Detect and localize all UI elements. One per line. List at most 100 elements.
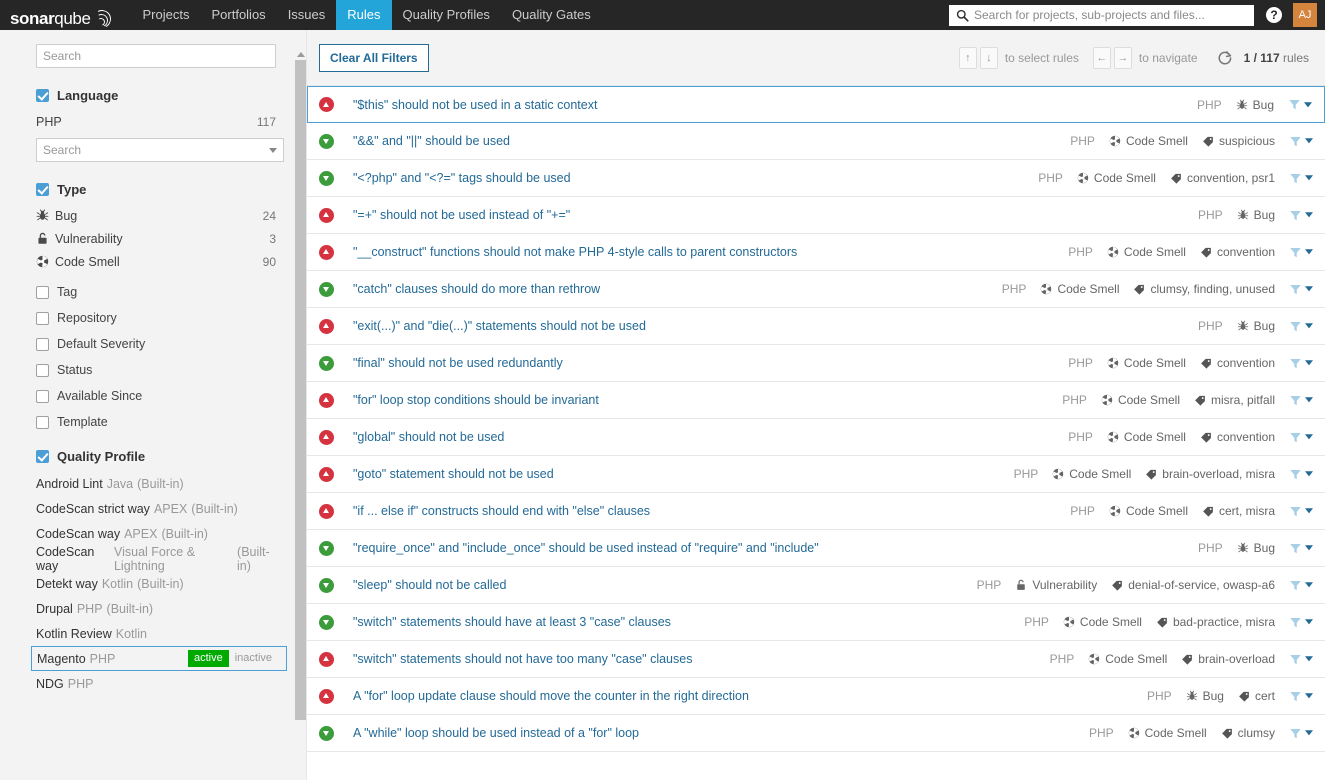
rule-name[interactable]: "if ... else if" constructs should end w… — [339, 504, 1070, 518]
chevron-down-icon[interactable] — [1305, 286, 1313, 292]
filter-funnel-icon[interactable] — [1289, 468, 1302, 481]
global-search-input[interactable] — [970, 5, 1253, 25]
filter-funnel-icon[interactable] — [1289, 727, 1302, 740]
quality-profile-item[interactable]: Android Lint Java (Built-in) — [36, 471, 286, 496]
active-toggle-button[interactable]: active — [187, 650, 229, 667]
user-avatar[interactable]: AJ — [1293, 3, 1317, 27]
facet-repository[interactable]: Repository — [36, 311, 286, 325]
rule-name[interactable]: "=+" should not be used instead of "+=" — [339, 208, 1198, 222]
rule-row[interactable]: "<?php" and "<?=" tags should be used PH… — [307, 160, 1325, 197]
rule-name[interactable]: A "for" loop update clause should move t… — [339, 689, 1147, 703]
sidebar-scrollbar[interactable] — [295, 52, 306, 750]
chevron-down-icon[interactable] — [1305, 175, 1313, 181]
rule-name[interactable]: "for" loop stop conditions should be inv… — [339, 393, 1062, 407]
chevron-down-icon[interactable] — [1305, 212, 1313, 218]
rule-name[interactable]: "exit(...)" and "die(...)" statements sh… — [339, 319, 1198, 333]
facet-available-since-header[interactable]: Available Since — [36, 389, 286, 403]
global-search-box[interactable] — [949, 4, 1254, 26]
filter-funnel-icon[interactable] — [1289, 320, 1302, 333]
quality-profile-item[interactable]: Detekt way Kotlin (Built-in) — [36, 571, 286, 596]
chevron-down-icon[interactable] — [1305, 508, 1313, 514]
help-icon[interactable]: ? — [1266, 7, 1282, 23]
quality-profile-item[interactable]: NDG PHP — [36, 671, 286, 696]
chevron-down-icon[interactable] — [1305, 656, 1313, 662]
filter-funnel-icon[interactable] — [1289, 172, 1302, 185]
rule-name[interactable]: "<?php" and "<?=" tags should be used — [339, 171, 1038, 185]
facet-template-header[interactable]: Template — [36, 415, 286, 429]
rule-row[interactable]: "require_once" and "include_once" should… — [307, 530, 1325, 567]
chevron-down-icon[interactable] — [1305, 360, 1313, 366]
rule-activation-filter[interactable] — [1289, 690, 1313, 703]
rule-activation-filter[interactable] — [1289, 135, 1313, 148]
facet-default-severity[interactable]: Default Severity — [36, 337, 286, 351]
filter-funnel-icon[interactable] — [1289, 209, 1302, 222]
filter-funnel-icon[interactable] — [1289, 394, 1302, 407]
rule-row[interactable]: "$this" should not be used in a static c… — [307, 86, 1325, 123]
facet-status-header[interactable]: Status — [36, 363, 286, 377]
facet-type-checkbox[interactable] — [36, 183, 49, 196]
facet-template-checkbox[interactable] — [36, 415, 49, 429]
rule-activation-filter[interactable] — [1289, 505, 1313, 518]
rule-row[interactable]: "switch" statements should not have too … — [307, 641, 1325, 678]
filter-funnel-icon[interactable] — [1289, 283, 1302, 296]
chevron-down-icon[interactable] — [1305, 138, 1313, 144]
filter-funnel-icon[interactable] — [1289, 505, 1302, 518]
filter-funnel-icon[interactable] — [1289, 431, 1302, 444]
chevron-down-icon[interactable] — [1305, 471, 1313, 477]
facet-quality-profile-checkbox[interactable] — [36, 450, 49, 463]
nav-item-projects[interactable]: Projects — [132, 0, 201, 30]
chevron-down-icon[interactable] — [1305, 730, 1313, 736]
nav-item-issues[interactable]: Issues — [277, 0, 337, 30]
rule-row[interactable]: "=+" should not be used instead of "+=" … — [307, 197, 1325, 234]
facet-default-severity-header[interactable]: Default Severity — [36, 337, 286, 351]
nav-item-quality-gates[interactable]: Quality Gates — [501, 0, 602, 30]
chevron-down-icon[interactable] — [1305, 619, 1313, 625]
chevron-down-icon[interactable] — [1305, 545, 1313, 551]
rule-name[interactable]: "sleep" should not be called — [339, 578, 977, 592]
rule-name[interactable]: "catch" clauses should do more than reth… — [339, 282, 1002, 296]
rule-name[interactable]: "switch" statements should have at least… — [339, 615, 1024, 629]
facet-available-since[interactable]: Available Since — [36, 389, 286, 403]
rule-activation-filter[interactable] — [1289, 653, 1313, 666]
facet-quality-profile-header[interactable]: Quality Profile — [36, 449, 286, 464]
quality-profile-item[interactable]: CodeScan way Visual Force & Lightning (B… — [36, 545, 286, 573]
rule-name[interactable]: "&&" and "||" should be used — [339, 134, 1070, 148]
rule-activation-filter[interactable] — [1289, 431, 1313, 444]
rule-row[interactable]: "&&" and "||" should be used PHP Code Sm… — [307, 123, 1325, 160]
filter-funnel-icon[interactable] — [1289, 542, 1302, 555]
chevron-down-icon[interactable] — [1305, 323, 1313, 329]
filter-funnel-icon[interactable] — [1289, 579, 1302, 592]
chevron-down-icon[interactable] — [1304, 101, 1312, 108]
filter-funnel-icon[interactable] — [1289, 690, 1302, 703]
rule-name[interactable]: "switch" statements should not have too … — [339, 652, 1050, 666]
rule-activation-filter[interactable] — [1289, 172, 1313, 185]
facet-repository-checkbox[interactable] — [36, 311, 49, 325]
facet-available-since-checkbox[interactable] — [36, 389, 49, 403]
rule-name[interactable]: "global" should not be used — [339, 430, 1068, 444]
rule-row[interactable]: "if ... else if" constructs should end w… — [307, 493, 1325, 530]
facet-repository-header[interactable]: Repository — [36, 311, 286, 325]
facet-tag[interactable]: Tag — [36, 285, 286, 299]
sonarqube-logo[interactable]: sonarqube — [10, 0, 114, 31]
sidebar-search-input[interactable] — [36, 44, 276, 68]
facet-template[interactable]: Template — [36, 415, 286, 429]
rule-row[interactable]: "exit(...)" and "die(...)" statements sh… — [307, 308, 1325, 345]
filter-funnel-icon[interactable] — [1289, 246, 1302, 259]
rule-name[interactable]: A "while" loop should be used instead of… — [339, 726, 1089, 740]
rule-activation-filter[interactable] — [1289, 542, 1313, 555]
quality-profile-item-selected[interactable]: Magento PHP active inactive — [31, 646, 287, 671]
facet-type-header[interactable]: Type — [36, 182, 286, 197]
rule-row[interactable]: "for" loop stop conditions should be inv… — [307, 382, 1325, 419]
nav-item-quality-profiles[interactable]: Quality Profiles — [392, 0, 501, 30]
rule-activation-filter[interactable] — [1289, 727, 1313, 740]
key-arrow-down[interactable]: ↓ — [979, 46, 998, 69]
rule-name[interactable]: "__construct" functions should not make … — [339, 245, 1068, 259]
chevron-down-icon[interactable] — [1305, 582, 1313, 588]
rule-activation-filter[interactable] — [1289, 616, 1313, 629]
filter-funnel-icon[interactable] — [1289, 616, 1302, 629]
filter-funnel-icon[interactable] — [1289, 357, 1302, 370]
facet-default-severity-checkbox[interactable] — [36, 337, 49, 351]
clear-all-filters-button[interactable]: Clear All Filters — [319, 43, 429, 72]
facet-type-item-code-smell[interactable]: Code Smell 90 — [36, 250, 286, 273]
key-arrow-right[interactable]: → — [1113, 46, 1132, 69]
